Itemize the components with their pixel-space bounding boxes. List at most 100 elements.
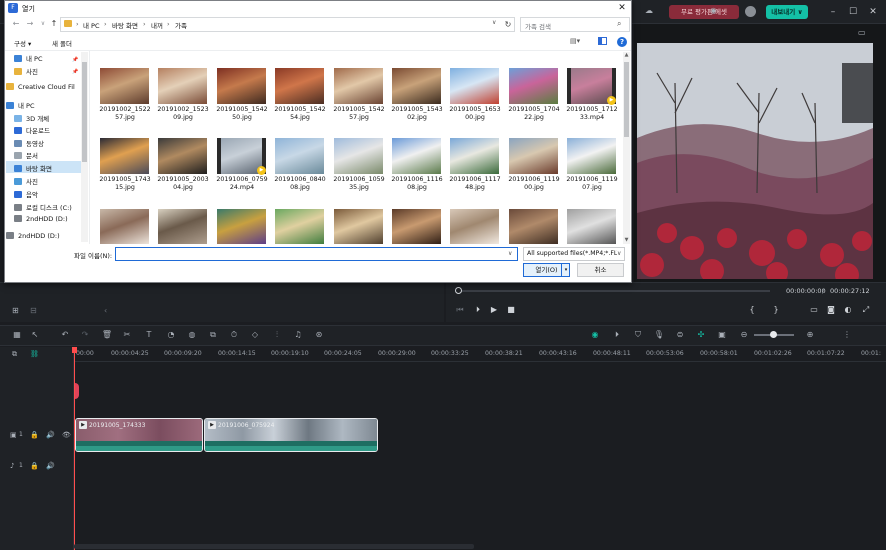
file-thumbnail[interactable] [334, 68, 383, 104]
cloud-icon[interactable]: ☁ [645, 6, 655, 16]
play-step-icon[interactable]: ⏵ [472, 304, 484, 316]
nav-item[interactable]: 로컬 디스크 (C:) [14, 202, 72, 212]
fullscreen-icon[interactable]: ⤢ [860, 304, 872, 316]
zoom-out-icon[interactable]: ⊖ [737, 328, 751, 342]
file-thumbnail[interactable] [334, 138, 383, 174]
export-button[interactable]: 내보내기 ∨ [766, 5, 808, 19]
previous-frame-icon[interactable]: ⏮ [454, 304, 466, 316]
cancel-button[interactable]: 취소 [577, 263, 624, 277]
file-thumbnail[interactable] [509, 138, 558, 174]
mute-icon[interactable]: 🔊 [46, 431, 55, 439]
display-icon[interactable]: ▭ [808, 304, 820, 316]
file-thumbnail[interactable] [275, 209, 324, 244]
nav-item[interactable]: Creative Cloud Fil [6, 83, 75, 91]
snap-icon[interactable]: ✣ [694, 328, 708, 342]
view-options-icon[interactable]: ▤▾ [570, 37, 582, 46]
mark-in-icon[interactable]: { [746, 304, 758, 316]
nav-item[interactable]: 사진 [14, 176, 38, 186]
close-window-icon[interactable]: ✕ [866, 5, 880, 19]
microphone-icon[interactable]: 🎙 [652, 328, 666, 342]
maximize-icon[interactable]: ☐ [846, 5, 860, 19]
scroll-up-icon[interactable]: ▲ [623, 52, 630, 59]
file-name[interactable]: 20191006_0840 08.jpg [270, 176, 330, 192]
close-icon[interactable]: ✕ [616, 2, 628, 14]
file-name[interactable]: 20191005_1653 00.jpg [445, 106, 505, 122]
nav-item[interactable]: 다운로드 [14, 125, 50, 135]
shield-icon[interactable]: ⛉ [631, 328, 645, 342]
add-folder-icon[interactable]: ⊞ [12, 306, 19, 315]
filetype-select[interactable]: All supported files(*.MP4;*.FLV [523, 247, 625, 261]
file-thumbnail[interactable] [567, 209, 616, 244]
file-name[interactable]: 20191006_1119 07.jpg [562, 176, 622, 192]
file-thumbnail[interactable] [217, 209, 266, 244]
mark-out-icon[interactable]: } [770, 304, 782, 316]
add-track-icon[interactable]: ⧉ [12, 350, 17, 359]
more-tools-icon[interactable]: ⊛ [312, 328, 326, 342]
breadcrumb-my-pc[interactable]: 내 PC [83, 20, 100, 30]
file-thumbnail[interactable] [334, 209, 383, 244]
file-thumbnail[interactable] [158, 68, 207, 104]
filetype-dropdown-icon[interactable]: ∨ [617, 250, 622, 257]
nav-item[interactable]: 3D 개체 [14, 113, 49, 123]
file-thumbnail[interactable] [217, 68, 266, 104]
nav-item[interactable]: 문서 [14, 150, 38, 160]
nav-item[interactable]: 내 PC [6, 100, 35, 110]
address-dropdown-icon[interactable]: ∨ [492, 19, 496, 26]
zoom-slider-handle[interactable] [770, 331, 777, 338]
search-icon[interactable]: ⌕ [617, 19, 621, 29]
help-icon[interactable]: ? [617, 37, 627, 47]
grid-scrollbar-thumb[interactable] [624, 62, 629, 137]
camera-icon[interactable]: ◙ [825, 304, 837, 316]
nav-item[interactable]: 2ndHDD (D:) [6, 232, 60, 240]
file-thumbnail[interactable] [450, 68, 499, 104]
new-folder-button[interactable]: 새 폴더 [52, 38, 72, 48]
nav-item[interactable]: 음악 [14, 189, 38, 199]
file-name[interactable]: 20191005_1743 15.jpg [95, 176, 155, 192]
nav-item[interactable]: 동영상 [14, 138, 44, 148]
file-thumbnail[interactable] [509, 68, 558, 104]
scroll-down-icon[interactable]: ▼ [623, 237, 630, 244]
file-name[interactable]: 20191002_1523 09.jpg [153, 106, 213, 122]
select-tool-icon[interactable]: ↖ [28, 328, 42, 342]
file-thumbnail[interactable] [392, 209, 441, 244]
file-thumbnail[interactable] [158, 209, 207, 244]
adjust-icon[interactable]: ⫶ [270, 328, 284, 342]
crop-icon[interactable]: ⧉ [206, 328, 220, 342]
nav-scrollbar-thumb[interactable] [82, 62, 87, 162]
filename-dropdown-icon[interactable]: ∨ [508, 250, 512, 257]
stop-icon[interactable]: ■ [505, 304, 517, 316]
breadcrumb-mine[interactable]: 내꺼 [151, 20, 163, 30]
breadcrumb-family[interactable]: 가족 [175, 20, 187, 30]
seek-handle[interactable] [455, 287, 462, 294]
refresh-icon[interactable]: ↻ [503, 18, 513, 31]
notification-icon[interactable]: ◉ [710, 6, 717, 15]
lock-icon[interactable]: 🔒 [30, 431, 39, 439]
eye-icon[interactable]: 👁 [62, 431, 71, 439]
audio-meter-icon[interactable]: ◐ [842, 304, 854, 316]
color-icon[interactable]: ◍ [185, 328, 199, 342]
file-thumbnail[interactable] [275, 138, 324, 174]
delete-icon[interactable]: 🗑 [100, 328, 114, 342]
undo-icon[interactable]: ↶ [58, 328, 72, 342]
free-trial-assets-button[interactable]: 무료 평가판 에셋 [669, 5, 739, 19]
breadcrumb-desktop[interactable]: 바탕 화면 [112, 20, 138, 30]
nav-item[interactable]: 2ndHDD (D:) [14, 215, 68, 223]
file-name[interactable]: 20191005_1543 02.jpg [387, 106, 447, 122]
cut-icon[interactable]: ✂ [120, 328, 134, 342]
snapshot-icon[interactable]: ▭ [858, 28, 866, 37]
layout-icon[interactable]: ▦ [10, 328, 24, 342]
forward-icon[interactable]: → [24, 18, 36, 30]
render-icon[interactable]: ◉ [588, 328, 602, 342]
minimize-icon[interactable]: – [826, 5, 840, 19]
file-name[interactable]: 20191006_0759 24.mp4 [212, 176, 272, 192]
organize-button[interactable]: 구성 ▾ [14, 38, 31, 48]
playhead[interactable] [74, 347, 75, 550]
mix-icon[interactable]: ⊜ [673, 328, 687, 342]
file-thumbnail[interactable] [100, 138, 149, 174]
remove-folder-icon[interactable]: ⊟ [30, 306, 37, 315]
nav-item[interactable]: 내 PC [14, 53, 43, 63]
play-icon[interactable]: ▶ [488, 304, 500, 316]
nav-item[interactable]: 사진 [14, 66, 38, 76]
file-name[interactable]: 20191005_1712 33.mp4 [562, 106, 622, 122]
file-name[interactable]: 20191005_1542 54.jpg [270, 106, 330, 122]
